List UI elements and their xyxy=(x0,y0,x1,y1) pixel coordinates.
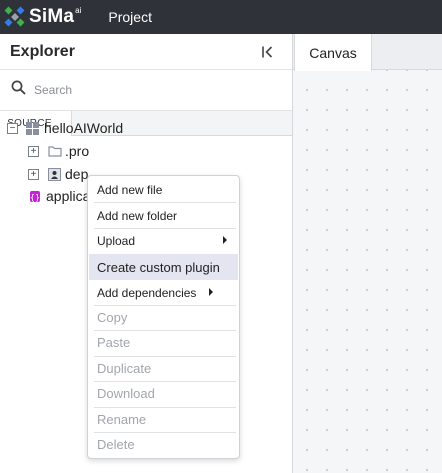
collapse-panel-icon[interactable] xyxy=(261,45,275,59)
menu-item-download[interactable]: Download xyxy=(89,381,238,406)
sima-logo-icon xyxy=(4,6,25,27)
svg-text:{}: {} xyxy=(30,193,40,202)
menu-item-paste[interactable]: Paste xyxy=(89,330,238,355)
project-menu[interactable]: Project xyxy=(108,9,152,25)
brand-logo[interactable]: SiMa ai xyxy=(4,0,82,34)
context-menu: Add new file Add new folder Upload Creat… xyxy=(87,175,240,459)
project-grid-icon xyxy=(26,121,39,135)
tree-root[interactable]: − helloAIWorld xyxy=(7,117,123,139)
menu-item-add-dependencies[interactable]: Add dependencies xyxy=(89,280,238,305)
menu-item-upload[interactable]: Upload xyxy=(89,228,238,253)
brand-name: SiMa xyxy=(29,6,75,27)
expand-toggle-icon[interactable]: + xyxy=(28,168,39,180)
menu-item-add-new-file[interactable]: Add new file xyxy=(89,177,238,202)
tree-item[interactable]: {} applica xyxy=(29,185,90,207)
expand-toggle-icon[interactable]: + xyxy=(28,145,39,157)
submenu-arrow-icon xyxy=(223,236,227,244)
search-bar xyxy=(0,70,292,111)
collapse-toggle-icon[interactable]: − xyxy=(7,122,18,134)
menu-item-delete[interactable]: Delete xyxy=(89,432,238,457)
menu-item-create-custom-plugin[interactable]: Create custom plugin xyxy=(89,254,238,280)
menu-item-rename[interactable]: Rename xyxy=(89,407,238,432)
explorer-header: Explorer xyxy=(0,34,292,70)
tree-item-label: .pro xyxy=(65,143,90,159)
search-icon xyxy=(11,80,26,100)
menu-item-label: Upload xyxy=(97,233,136,248)
tree-item-label: dep xyxy=(65,166,89,182)
canvas-area[interactable]: Canvas xyxy=(293,34,442,473)
menu-item-label: Add dependencies xyxy=(97,285,197,300)
brand-superscript: ai xyxy=(75,5,82,15)
search-input[interactable] xyxy=(34,83,274,97)
tree-item[interactable]: + .pro xyxy=(28,140,89,162)
menu-item-duplicate[interactable]: Duplicate xyxy=(89,356,238,381)
menu-item-copy[interactable]: Copy xyxy=(89,305,238,330)
menu-item-add-new-folder[interactable]: Add new folder xyxy=(89,203,238,228)
top-bar: SiMa ai Project xyxy=(0,0,442,34)
explorer-title: Explorer xyxy=(10,42,75,60)
canvas-tab-bar: Canvas xyxy=(293,34,442,71)
dependency-icon xyxy=(48,167,61,181)
tree-item[interactable]: + dep xyxy=(28,163,88,185)
folder-icon xyxy=(48,145,62,157)
tree-item-label: applica xyxy=(46,188,91,204)
application-icon: {} xyxy=(29,190,41,203)
tree-root-label: helloAIWorld xyxy=(44,120,124,136)
submenu-arrow-icon xyxy=(209,288,213,296)
tab-canvas[interactable]: Canvas xyxy=(294,34,372,71)
